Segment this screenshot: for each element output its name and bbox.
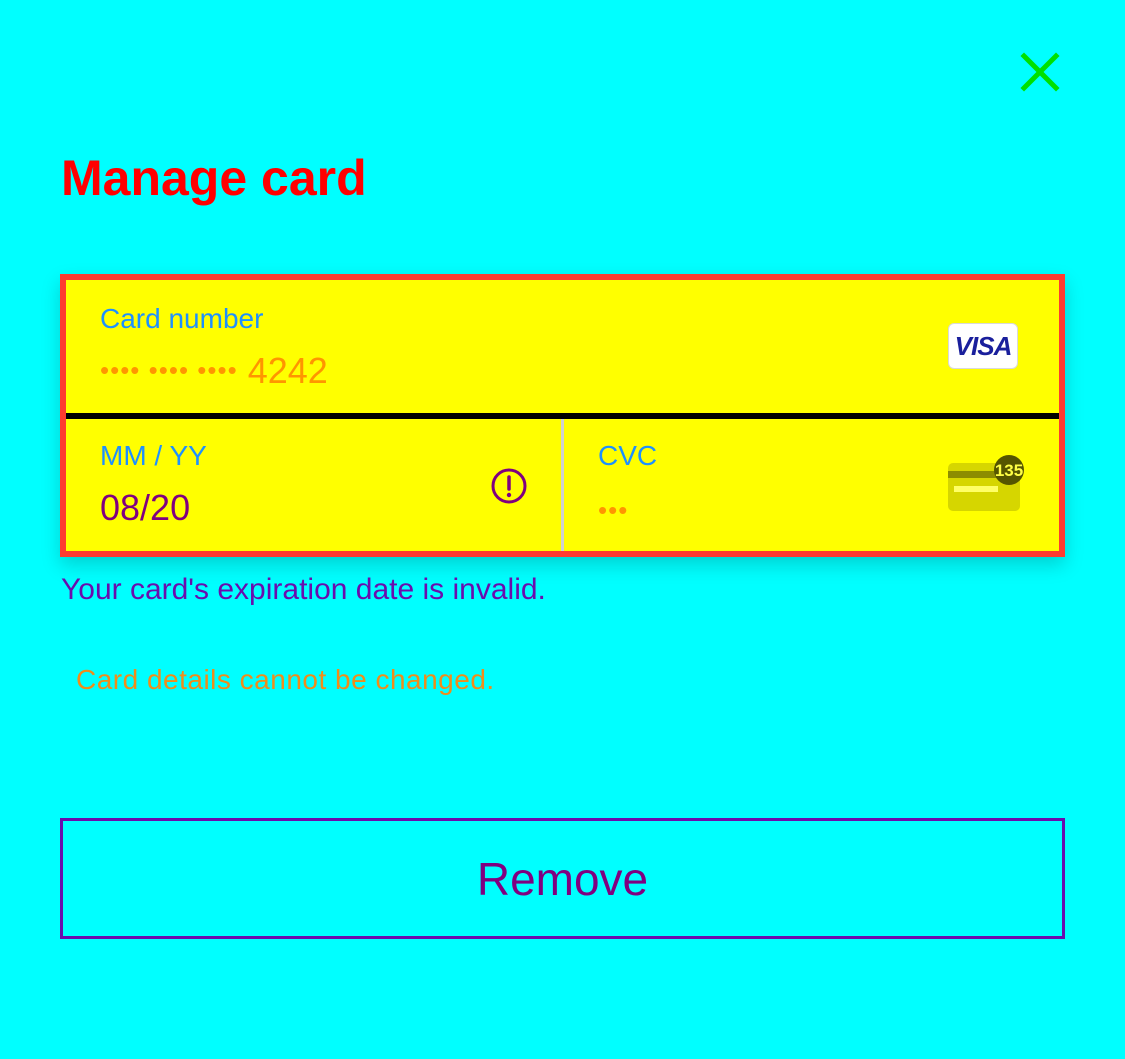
expiry-label: MM / YY <box>100 440 207 471</box>
card-number-field[interactable]: Card number •••• •••• •••• 4242 VISA <box>66 280 1059 419</box>
cvc-value: ••• <box>598 495 629 525</box>
cvc-label: CVC <box>598 440 658 471</box>
error-icon <box>491 468 527 504</box>
card-back-cvc-icon: 135 <box>948 455 1024 511</box>
expiry-value: 08/20 <box>100 487 191 528</box>
card-form: Card number •••• •••• •••• 4242 VISA MM /… <box>60 274 1065 557</box>
card-number-value: •••• •••• •••• 4242 <box>100 348 328 397</box>
card-details-row: MM / YY 08/20 CVC ••• 135 <box>66 419 1059 551</box>
visa-brand-icon: VISA <box>948 323 1018 369</box>
cvc-field[interactable]: CVC ••• 135 <box>564 419 1059 551</box>
close-icon <box>1020 52 1060 92</box>
card-number-label: Card number <box>100 303 264 334</box>
page-title: Manage card <box>61 150 367 206</box>
card-number-masked: •••• •••• •••• <box>100 355 238 385</box>
remove-button[interactable]: Remove <box>60 818 1065 939</box>
readonly-notice: Card details cannot be changed. <box>76 664 495 695</box>
expiry-error-message: Your card's expiration date is invalid. <box>61 573 546 606</box>
close-button[interactable] <box>1016 50 1064 98</box>
cvc-hint-code: 135 <box>995 461 1023 480</box>
expiry-field[interactable]: MM / YY 08/20 <box>66 419 564 551</box>
card-number-last4: 4242 <box>247 350 328 391</box>
